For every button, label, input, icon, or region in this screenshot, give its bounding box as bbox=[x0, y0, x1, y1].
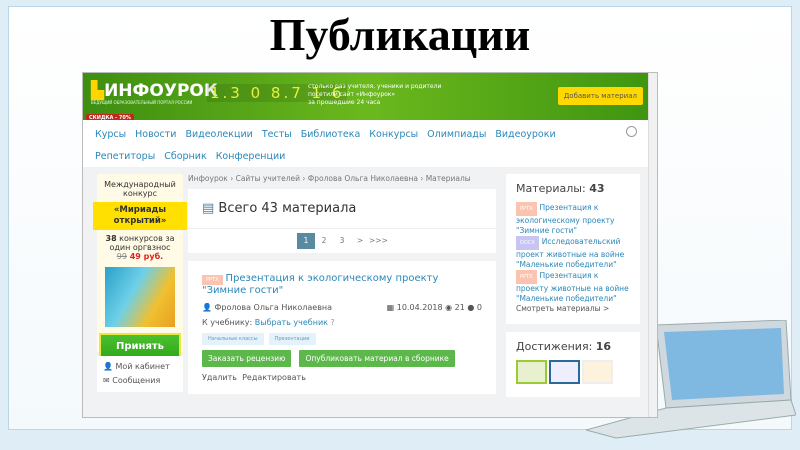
material-link[interactable]: DOCX Исследовательский проект животные на… bbox=[516, 236, 630, 270]
nav-courses[interactable]: Курсы bbox=[95, 129, 126, 140]
page-last[interactable]: >>> bbox=[369, 233, 388, 249]
nav-collection[interactable]: Сборник bbox=[164, 151, 206, 162]
add-material-button[interactable]: Добавить материал bbox=[557, 87, 643, 105]
books-image bbox=[105, 267, 175, 327]
tag-chip[interactable]: Начальные классы bbox=[202, 333, 264, 345]
nav-news[interactable]: Новости bbox=[135, 129, 176, 140]
total-title: Всего 43 материала bbox=[218, 201, 357, 216]
slide-title: Публикации bbox=[269, 9, 531, 60]
page-3[interactable]: 3 bbox=[333, 233, 351, 249]
textbook-label: К учебнику: bbox=[202, 318, 255, 327]
site-header: ▙ИНФОУРОК ВЕДУЩИЙ ОБРАЗОВАТЕЛЬНЫЙ ПОРТАЛ… bbox=[83, 73, 657, 122]
left-sidebar: Международный конкурс «Мириады открытий»… bbox=[93, 174, 187, 392]
page-2[interactable]: 2 bbox=[315, 233, 333, 249]
nav-videolessons[interactable]: Видеоуроки bbox=[495, 129, 555, 140]
certificate-thumb[interactable] bbox=[549, 360, 580, 384]
certificate-thumb[interactable] bbox=[582, 360, 613, 384]
tag-chip[interactable]: Презентации bbox=[268, 333, 316, 345]
choose-textbook-link[interactable]: Выбрать учебник bbox=[255, 318, 328, 327]
delete-link[interactable]: Удалить bbox=[202, 373, 237, 382]
user-menu: 👤 Мой кабинет ✉ Сообщения bbox=[97, 356, 183, 392]
materials-header-card: ▤ Всего 43 материала 1 2 3 > >>> bbox=[188, 189, 496, 253]
meta: ▦ 10.04.2018 ◉ 21 ● 0 bbox=[386, 303, 482, 312]
author[interactable]: 👤 Фролова Ольга Николаевна bbox=[202, 303, 332, 312]
promo-name: «Мириады открытий» bbox=[93, 202, 187, 230]
user-icon: 👤 bbox=[202, 303, 215, 312]
nav-tutors[interactable]: Репетиторы bbox=[95, 151, 155, 162]
page-1[interactable]: 1 bbox=[297, 233, 315, 249]
mail-icon: ✉ bbox=[103, 376, 113, 385]
file-badge: PPTX bbox=[202, 275, 223, 285]
menu-cabinet[interactable]: 👤 Мой кабинет bbox=[103, 360, 177, 374]
counter-text: столько раз учителя, ученики и родители п… bbox=[308, 83, 442, 106]
material-link[interactable]: PPTX Презентация к экологическому проекту… bbox=[516, 202, 630, 236]
eye-icon: ◉ bbox=[445, 303, 455, 312]
tagline: ВЕДУЩИЙ ОБРАЗОВАТЕЛЬНЫЙ ПОРТАЛ РОССИИ bbox=[91, 100, 193, 105]
list-icon: ▤ bbox=[202, 201, 219, 216]
calendar-icon: ▦ bbox=[386, 303, 397, 312]
nav-olympiads[interactable]: Олимпиады bbox=[427, 129, 486, 140]
nav-library[interactable]: Библиотека bbox=[301, 129, 361, 140]
main-nav: Курсы Новости Видеолекции Тесты Библиотека Ко… bbox=[83, 120, 657, 167]
edit-link[interactable]: Редактировать bbox=[242, 373, 306, 382]
certificate-thumb[interactable] bbox=[516, 360, 547, 384]
material-item: PPTX Презентация к экологическому проекту… bbox=[188, 261, 496, 394]
help-icon: ? bbox=[330, 318, 335, 327]
publish-button[interactable]: Опубликовать материал в сборнике bbox=[299, 350, 455, 367]
comment-icon: ● bbox=[467, 303, 477, 312]
scrollbar[interactable] bbox=[648, 73, 657, 417]
site-logo[interactable]: ▙ИНФОУРОК bbox=[91, 81, 218, 101]
page-next[interactable]: > bbox=[351, 233, 369, 249]
order-review-button[interactable]: Заказать рецензию bbox=[202, 350, 292, 367]
search-icon[interactable] bbox=[626, 126, 637, 137]
breadcrumb[interactable]: Инфоурок › Сайты учителей › Фролова Ольг… bbox=[188, 174, 496, 183]
contest-promo[interactable]: Международный конкурс «Мириады открытий»… bbox=[93, 174, 187, 373]
pagination: 1 2 3 > >>> bbox=[188, 229, 496, 253]
right-sidebar: Материалы: 43 PPTX Презентация к экологич… bbox=[506, 174, 640, 405]
promo-offer: 38 конкурсов за один оргвзнос 99 49 руб. bbox=[105, 234, 175, 261]
menu-messages[interactable]: ✉ Сообщения bbox=[103, 374, 177, 388]
materials-card: Материалы: 43 PPTX Презентация к экологич… bbox=[506, 174, 640, 324]
material-link[interactable]: PPTX Презентация к проекту животные на во… bbox=[516, 270, 630, 304]
nav-conferences[interactable]: Конференции bbox=[216, 151, 286, 162]
achievements-card: Достижения: 16 bbox=[506, 332, 640, 397]
nav-contests[interactable]: Конкурсы bbox=[369, 129, 418, 140]
material-title[interactable]: Презентация к экологическому проекту "Зи… bbox=[202, 273, 438, 296]
website-screenshot: ▙ИНФОУРОК ВЕДУЩИЙ ОБРАЗОВАТЕЛЬНЫЙ ПОРТАЛ… bbox=[82, 72, 658, 418]
nav-tests[interactable]: Тесты bbox=[262, 129, 292, 140]
main-content: Инфоурок › Сайты учителей › Фролова Ольг… bbox=[188, 174, 496, 402]
see-materials-link[interactable]: Смотреть материалы > bbox=[516, 304, 630, 314]
user-icon: 👤 bbox=[103, 362, 116, 371]
nav-videolectures[interactable]: Видеолекции bbox=[185, 129, 252, 140]
promo-heading: Международный конкурс bbox=[104, 180, 176, 198]
